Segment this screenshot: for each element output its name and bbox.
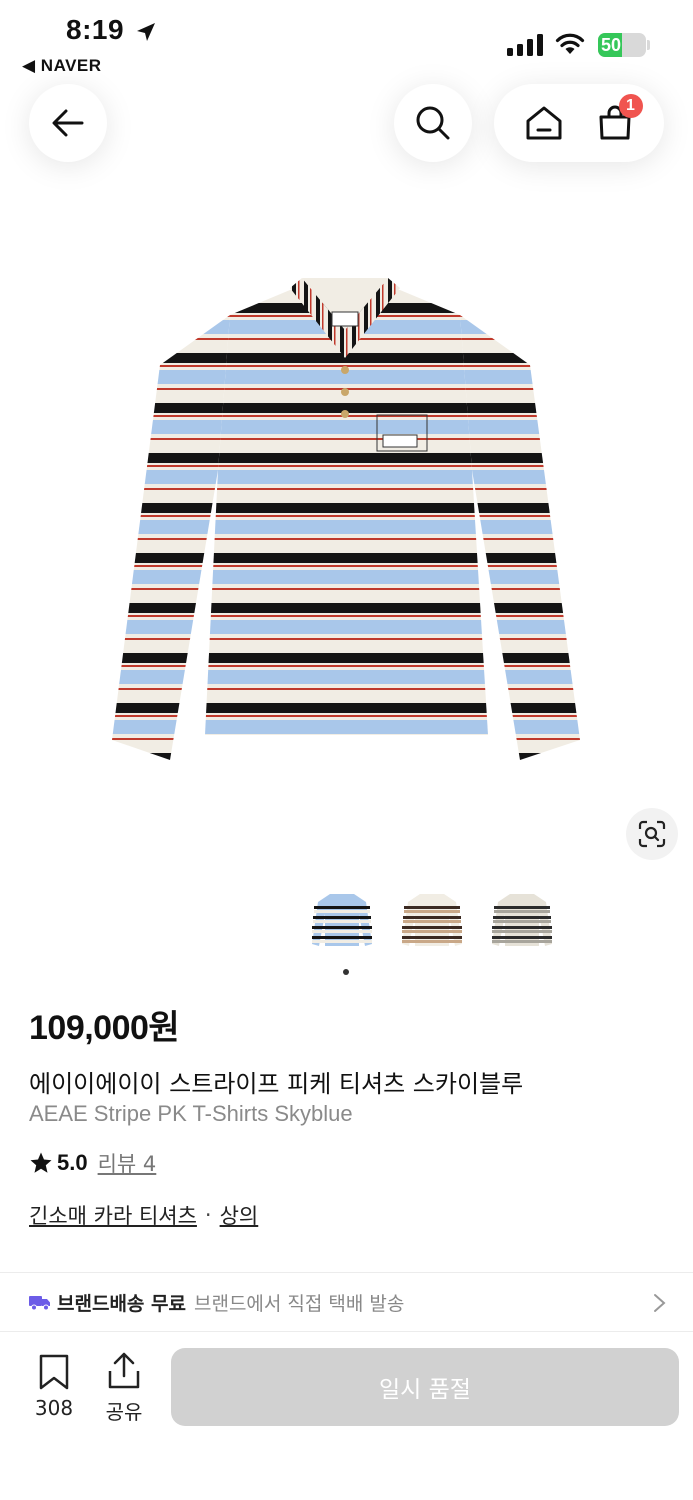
thumbnail-skyblue[interactable] <box>306 884 378 954</box>
rating-score: 5.0 <box>57 1150 88 1175</box>
save-button[interactable]: 308 <box>28 1354 80 1420</box>
category-separator: · <box>204 1203 212 1227</box>
product-title-english: AEAE Stripe PK T-Shirts Skyblue <box>29 1101 353 1126</box>
star-icon <box>30 1152 52 1173</box>
category-breadcrumb: 긴소매 카라 티셔츠 · 상의 <box>29 1200 258 1230</box>
status-time: 8:19 <box>66 14 125 45</box>
location-arrow-icon <box>137 23 155 41</box>
product-price: 109,000원 <box>29 1009 180 1047</box>
share-button[interactable]: 공유 <box>98 1352 150 1425</box>
product-main-image[interactable] <box>100 270 590 770</box>
image-lens-search-button[interactable] <box>626 808 678 860</box>
bookmark-icon <box>39 1354 69 1390</box>
back-to-app-link[interactable]: ◀ NAVER <box>22 56 102 76</box>
chevron-right-icon <box>654 1294 666 1312</box>
color-thumbnails <box>306 884 576 954</box>
thumbnail-brown-image <box>402 894 462 946</box>
battery-indicator: 50 <box>598 33 646 57</box>
signal-icon <box>507 34 543 56</box>
selected-thumbnail-indicator <box>343 969 349 975</box>
thumbnail-brown[interactable] <box>396 884 468 954</box>
status-bar: 8:19 ◀ NAVER 50 <box>0 0 693 80</box>
search-icon <box>416 106 450 140</box>
truck-icon <box>29 1296 50 1311</box>
product-title-korean: 에이이에이이 스트라이프 피케 티셔츠 스카이블루 <box>29 1070 524 1098</box>
share-icon <box>108 1352 140 1389</box>
save-count: 308 <box>34 1396 74 1420</box>
wifi-icon <box>555 33 585 54</box>
home-button[interactable] <box>514 93 574 153</box>
battery-tip <box>647 40 650 50</box>
product-rating: 5.0 리뷰 4 <box>29 1148 156 1178</box>
shipping-subtext: 브랜드에서 직접 택배 발송 <box>193 1292 405 1315</box>
review-count-link[interactable]: 리뷰 4 <box>98 1148 157 1178</box>
home-icon <box>526 106 561 140</box>
shipping-label: 브랜드배송 무료 <box>57 1292 186 1315</box>
category-link-long-sleeve-collar[interactable]: 긴소매 카라 티셔츠 <box>29 1200 197 1230</box>
shipping-info-row[interactable]: 브랜드배송 무료 브랜드에서 직접 택배 발송 <box>0 1273 693 1331</box>
thumbnail-gray[interactable] <box>486 884 558 954</box>
bottom-action-bar: 308 공유 일시 품절 <box>0 1332 693 1500</box>
home-cart-group: 1 <box>494 84 664 162</box>
thumbnail-gray-image <box>492 894 552 946</box>
lens-search-icon <box>638 820 666 848</box>
search-button[interactable] <box>394 84 472 162</box>
battery-percent: 50 <box>601 35 622 55</box>
soldout-button[interactable]: 일시 품절 <box>171 1348 679 1426</box>
back-arrow-icon <box>52 109 84 137</box>
cart-count-badge: 1 <box>618 94 643 118</box>
cart-button[interactable]: 1 <box>585 93 645 153</box>
category-link-tops[interactable]: 상의 <box>220 1200 259 1230</box>
thumbnail-skyblue-image <box>312 894 372 946</box>
back-button[interactable] <box>29 84 107 162</box>
share-label: 공유 <box>105 1400 143 1424</box>
